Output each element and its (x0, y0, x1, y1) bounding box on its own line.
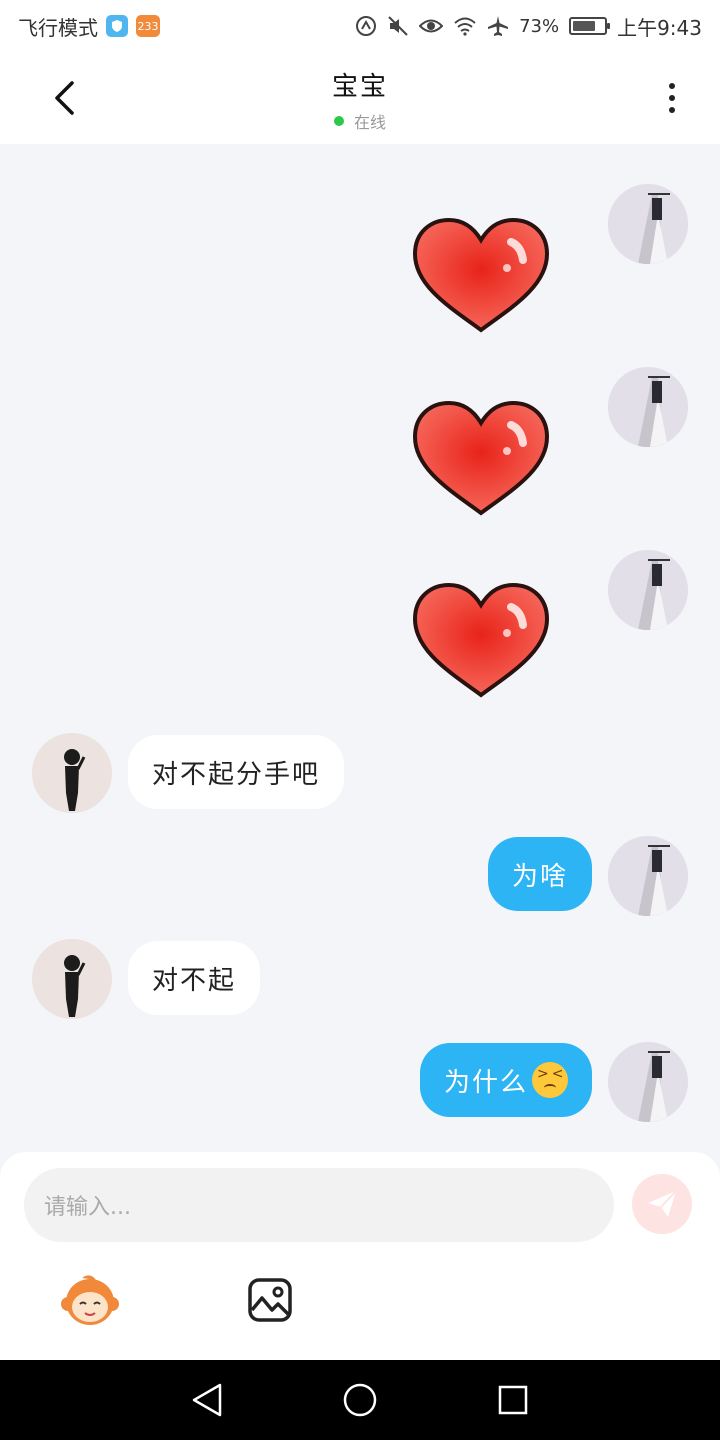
data-saver-icon (355, 15, 377, 37)
notification-count-badge: 233 (136, 15, 160, 37)
message-list[interactable]: 对不起分手吧 为啥 对不起 为什么 (0, 144, 720, 1152)
my-avatar[interactable] (608, 836, 688, 916)
heart-icon (412, 217, 550, 333)
nav-recents-button[interactable] (483, 1370, 543, 1430)
eye-icon (419, 17, 444, 35)
heart-sticker-message[interactable] (411, 399, 551, 519)
tower-avatar-icon (608, 184, 688, 264)
battery-icon (569, 17, 611, 35)
square-recents-icon (499, 1385, 528, 1415)
monkey-sticker-icon (61, 1275, 119, 1325)
persevering-face-emoji-icon (532, 1062, 568, 1098)
message-text: 为什么 (443, 1067, 528, 1098)
system-nav-bar (0, 1360, 720, 1440)
battery-percent: 73% (519, 15, 560, 37)
image-picker-button[interactable] (246, 1276, 294, 1324)
incoming-message-bubble[interactable]: 对不起 (128, 941, 261, 1015)
circle-home-icon (343, 1383, 377, 1417)
airplane-mode-label: 飞行模式 (18, 15, 98, 40)
status-left: 飞行模式 233 (18, 12, 160, 41)
presence-label: 在线 (353, 113, 386, 132)
title-block: 宝宝 在线 (0, 66, 720, 133)
my-avatar[interactable] (608, 367, 688, 447)
contact-avatar[interactable] (32, 733, 112, 813)
sticker-button[interactable] (60, 1274, 120, 1328)
online-indicator (333, 116, 344, 126)
status-bar: 飞行模式 233 73% 上午9:43 (0, 0, 720, 52)
image-icon (248, 1278, 292, 1322)
tower-avatar-icon (608, 550, 688, 630)
my-avatar[interactable] (608, 184, 688, 264)
mute-icon (387, 15, 409, 37)
heart-sticker-message[interactable] (411, 581, 551, 701)
nav-home-button[interactable] (330, 1370, 390, 1430)
person-avatar-icon (32, 939, 112, 1019)
person-avatar-icon (32, 733, 112, 813)
shield-app-icon (106, 15, 128, 37)
presence-status: 在线 (0, 109, 720, 133)
my-avatar[interactable] (608, 1042, 688, 1122)
nav-back-button[interactable] (177, 1370, 237, 1430)
outgoing-message-bubble[interactable]: 为啥 (487, 837, 592, 911)
airplane-icon (487, 15, 509, 37)
battery-fill (573, 21, 596, 31)
chat-header: 宝宝 在线 (0, 52, 720, 144)
input-placeholder: 请输入... (44, 1195, 131, 1220)
heart-icon (412, 400, 550, 516)
tower-avatar-icon (608, 367, 688, 447)
heart-icon (412, 582, 550, 698)
tower-avatar-icon (608, 836, 688, 916)
outgoing-message-bubble[interactable]: 为什么 (419, 1043, 592, 1117)
heart-sticker-message[interactable] (411, 216, 551, 336)
contact-name: 宝宝 (331, 72, 388, 102)
message-composer: 请输入... (0, 1152, 720, 1360)
contact-avatar[interactable] (32, 939, 112, 1019)
send-button[interactable] (632, 1174, 692, 1234)
triangle-back-icon (192, 1383, 221, 1417)
tower-avatar-icon (608, 1042, 688, 1122)
incoming-message-bubble[interactable]: 对不起分手吧 (128, 735, 345, 809)
more-options-button[interactable] (652, 76, 692, 120)
status-right: 73% 上午9:43 (355, 12, 702, 41)
more-vertical-icon (669, 83, 675, 89)
message-input[interactable]: 请输入... (24, 1168, 614, 1242)
wifi-icon (453, 16, 477, 36)
my-avatar[interactable] (608, 550, 688, 630)
paper-plane-icon (648, 1190, 677, 1217)
clock: 上午9:43 (617, 15, 702, 40)
